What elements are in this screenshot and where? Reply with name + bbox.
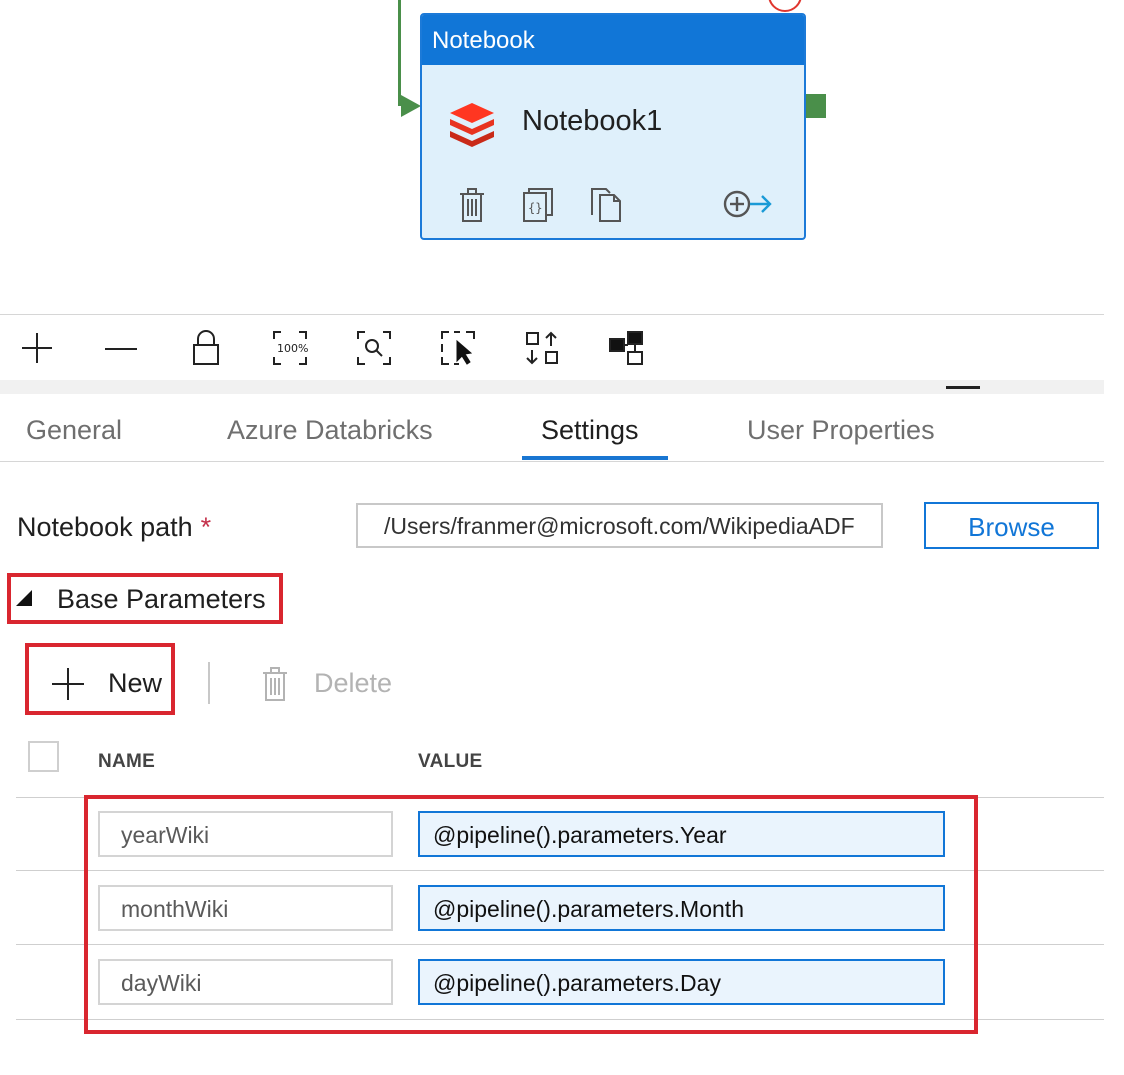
notebook-path-input[interactable]: /Users/franmer@microsoft.com/WikipediaAD…: [356, 503, 883, 548]
zoom-to-fit-icon[interactable]: [354, 328, 394, 368]
zoom-out-icon[interactable]: [101, 328, 141, 368]
input-port-arrow-icon: [401, 95, 421, 117]
panel-resize-band[interactable]: [0, 380, 1104, 394]
zoom-100-text: 100%: [277, 342, 308, 355]
toolbar-divider: [0, 314, 1104, 315]
zoom-in-icon[interactable]: [17, 328, 57, 368]
activity-name: Notebook1: [522, 105, 663, 137]
multi-select-icon[interactable]: [438, 328, 478, 368]
new-parameter-button[interactable]: New: [108, 668, 162, 699]
active-tab-indicator: [522, 456, 668, 460]
failure-port-icon[interactable]: [768, 0, 802, 12]
lock-icon[interactable]: [186, 328, 226, 368]
zoom-100-icon[interactable]: 100%: [270, 328, 310, 368]
svg-text:{}: {}: [528, 201, 542, 215]
base-parameters-header[interactable]: Base Parameters: [57, 584, 266, 615]
trash-icon[interactable]: [261, 666, 289, 707]
toolbar-separator: [208, 662, 210, 704]
column-header-value: VALUE: [418, 751, 483, 772]
activity-type-label: Notebook: [422, 15, 804, 65]
notebook-path-label-text: Notebook path: [17, 512, 193, 542]
add-output-arrow-icon[interactable]: [722, 187, 776, 226]
tab-settings[interactable]: Settings: [541, 415, 639, 446]
copy-icon[interactable]: [590, 187, 624, 228]
auto-align-icon[interactable]: [522, 328, 562, 368]
collapse-triangle-icon[interactable]: [16, 590, 32, 606]
delete-parameter-button[interactable]: Delete: [314, 668, 392, 699]
tab-user-properties[interactable]: User Properties: [747, 415, 935, 446]
tab-azure-databricks[interactable]: Azure Databricks: [227, 415, 433, 446]
incoming-connector-line: [398, 0, 401, 106]
trash-icon[interactable]: [458, 187, 486, 228]
minimap-icon[interactable]: [606, 328, 646, 368]
notebook-path-label: Notebook path *: [17, 512, 211, 543]
required-marker: *: [200, 512, 212, 542]
tabs-divider: [0, 461, 1104, 462]
plus-icon[interactable]: [50, 666, 86, 707]
notebook-activity-node[interactable]: Notebook Notebook1 {}: [420, 13, 806, 240]
parameters-rows-highlight: [84, 795, 978, 1034]
panel-drag-handle[interactable]: [946, 386, 980, 389]
browse-button[interactable]: Browse: [924, 502, 1099, 549]
column-header-name: NAME: [98, 751, 156, 772]
databricks-logo-icon: [448, 101, 496, 152]
select-all-checkbox[interactable]: [28, 741, 59, 772]
code-braces-icon[interactable]: {}: [522, 187, 554, 228]
success-output-port[interactable]: [806, 94, 826, 118]
tab-general[interactable]: General: [26, 415, 122, 446]
